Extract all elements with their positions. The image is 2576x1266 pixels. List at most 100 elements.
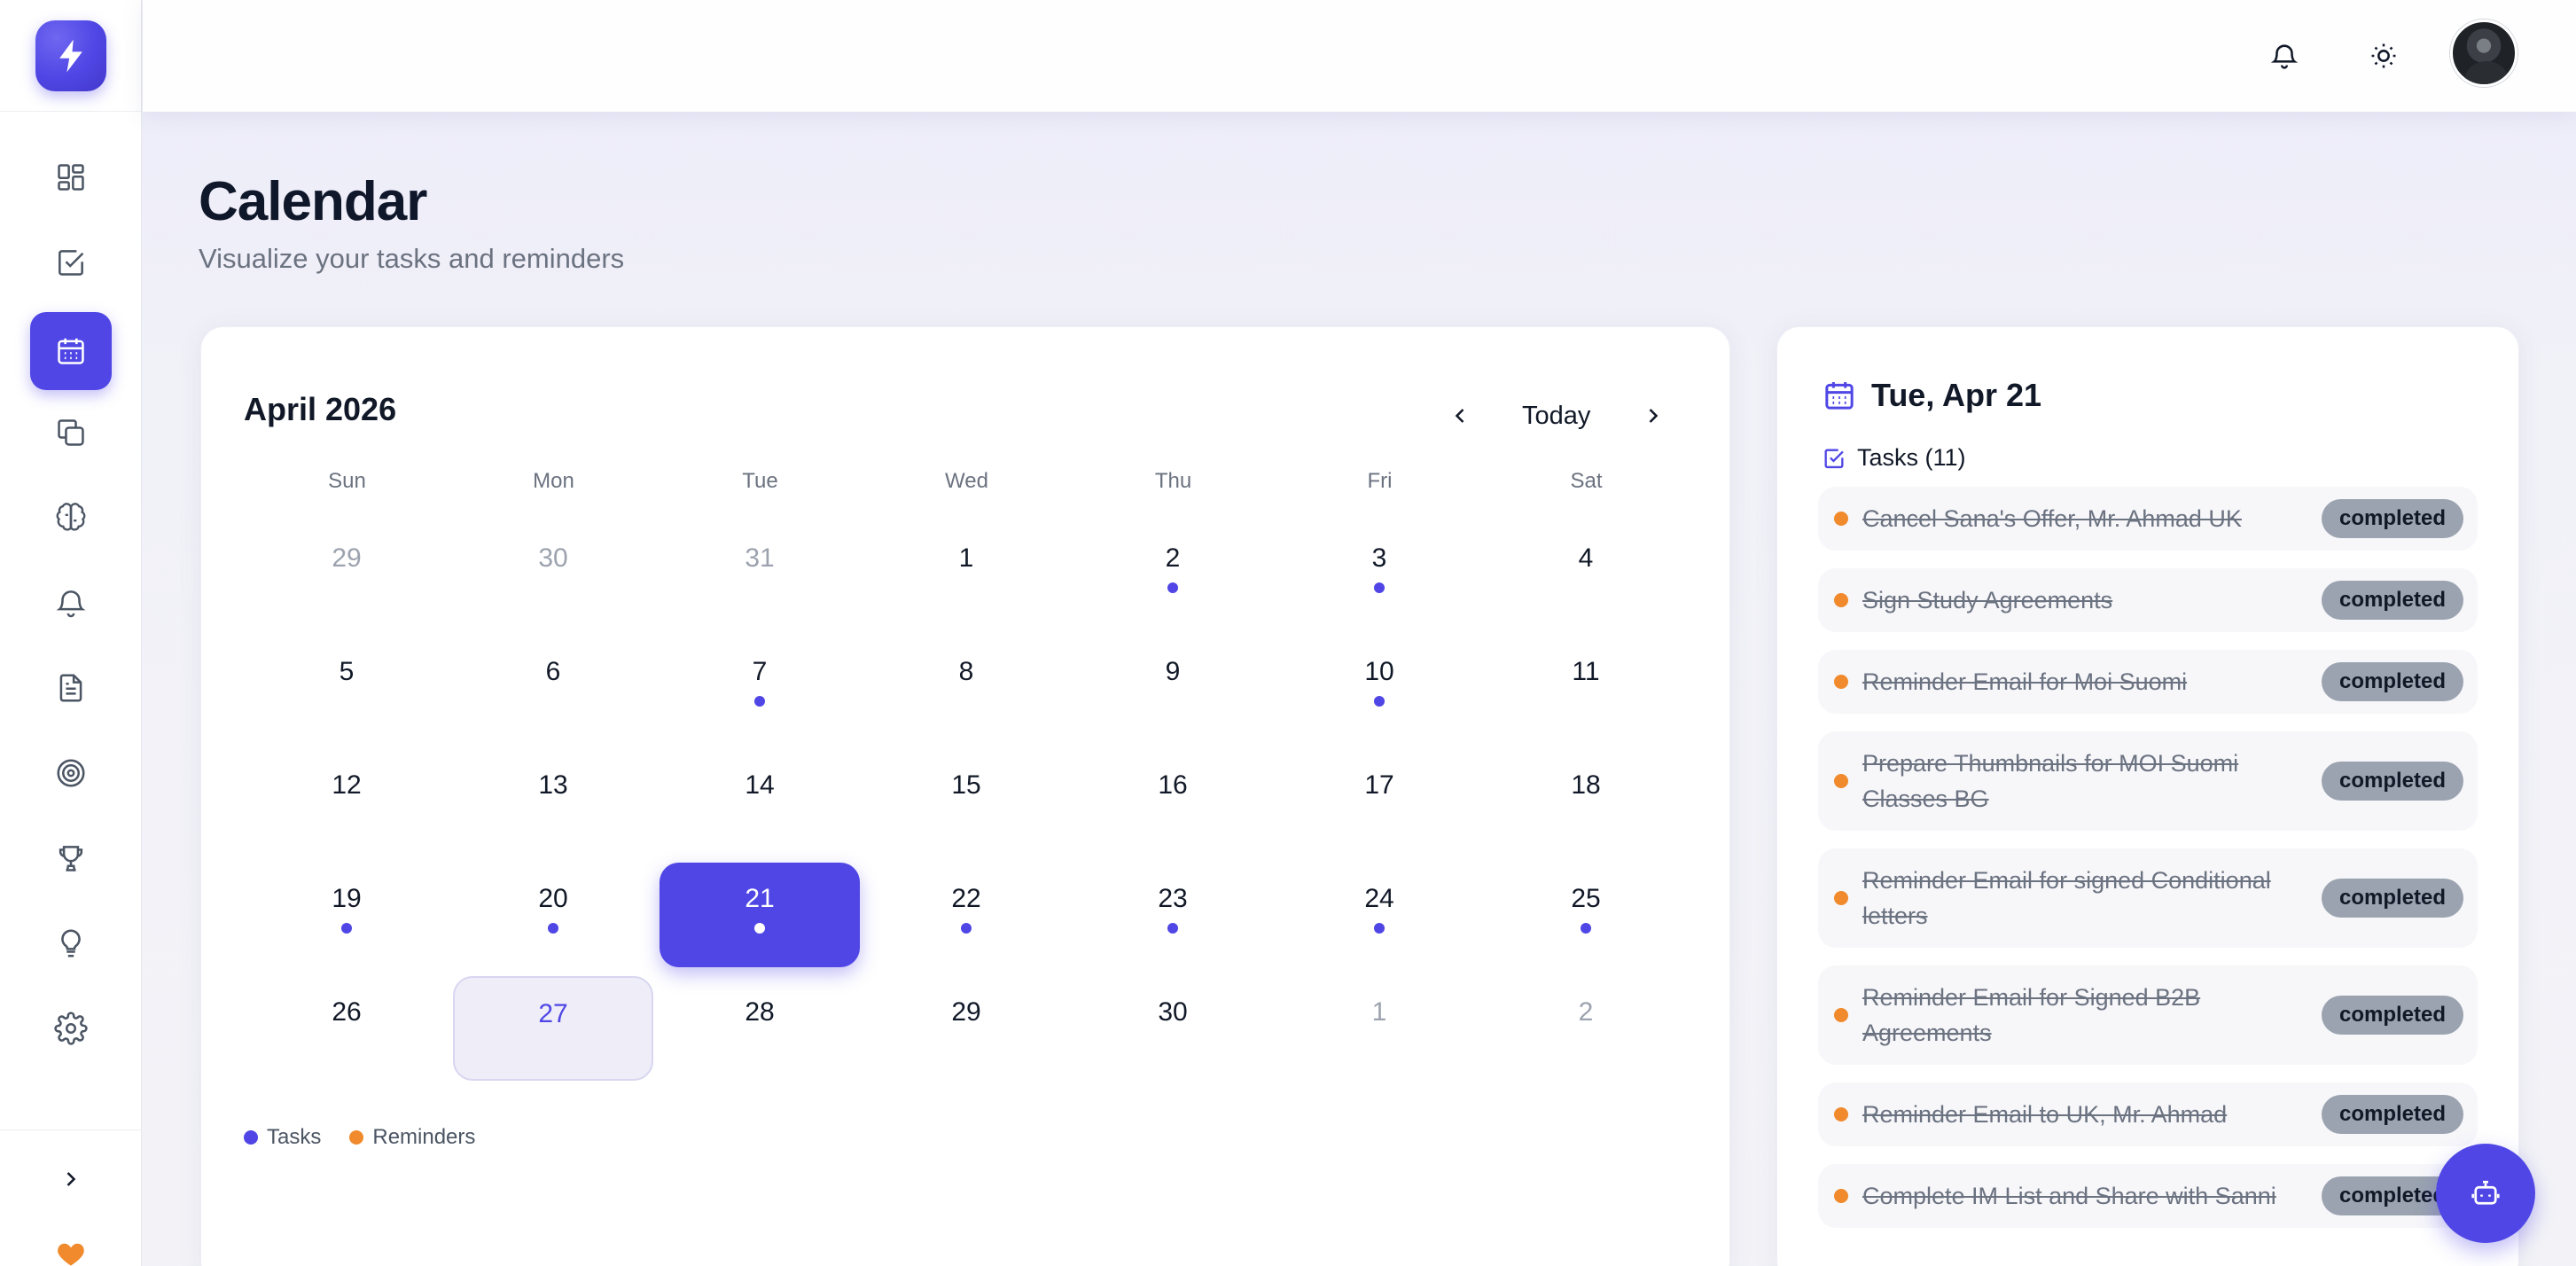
calendar-day[interactable]: 7 [660, 636, 860, 740]
calendar-day[interactable]: 10 [1279, 636, 1479, 740]
page-title: Calendar [199, 171, 427, 232]
calendar-day[interactable]: 29 [246, 522, 447, 627]
calendar-day[interactable]: 3 [1279, 522, 1479, 627]
sidebar-item-tasks[interactable] [30, 223, 112, 301]
task-item[interactable]: Reminder Email for Signed B2B Agreements… [1818, 965, 2478, 1065]
lightbulb-icon [61, 929, 81, 957]
page-subtitle: Visualize your tasks and reminders [199, 243, 625, 274]
calendar-day[interactable]: 1 [866, 522, 1066, 627]
calendar-day[interactable]: 11 [1486, 636, 1686, 740]
calendar-day[interactable]: 23 [1073, 863, 1273, 967]
avatar[interactable] [2450, 20, 2517, 87]
prev-month-button[interactable] [1440, 396, 1479, 435]
weekday-label: Fri [1367, 469, 1393, 493]
calendar-day[interactable]: 4 [1486, 522, 1686, 627]
calendar-day[interactable]: 13 [453, 749, 653, 854]
sidebar-item-dashboard[interactable] [30, 138, 112, 216]
task-item[interactable]: Reminder Email for Moi Suomi completed [1818, 650, 2478, 714]
day-number: 30 [538, 543, 568, 573]
calendar-day[interactable]: 26 [246, 976, 447, 1081]
day-number: 13 [538, 770, 568, 800]
day-number: 23 [1158, 884, 1188, 913]
status-badge: completed [2322, 879, 2463, 918]
reminder-dot [1834, 675, 1848, 689]
task-item[interactable]: Reminder Email to UK, Mr. Ahmad completed [1818, 1082, 2478, 1146]
sidebar-item-achievements[interactable] [30, 819, 112, 897]
day-number: 27 [538, 999, 568, 1028]
task-indicator-dot [1374, 923, 1385, 934]
today-button[interactable]: Today [1522, 396, 1590, 435]
task-indicator-dot [341, 923, 352, 934]
task-item[interactable]: Prepare Thumbnails for MOI Suomi Classes… [1818, 731, 2478, 831]
calendar-day[interactable]: 5 [246, 636, 447, 740]
document-icon [59, 674, 82, 702]
sidebar-item-goals[interactable] [30, 734, 112, 812]
task-item[interactable]: Complete IM List and Share with Sanni com… [1818, 1164, 2478, 1228]
chevron-right-icon [66, 1172, 76, 1186]
calendar-day[interactable]: 8 [866, 636, 1066, 740]
calendar-day[interactable]: 17 [1279, 749, 1479, 854]
task-item[interactable]: Sign Study Agreements completed [1818, 568, 2478, 632]
task-title: Sign Study Agreements [1862, 587, 2113, 613]
next-month-button[interactable] [1634, 396, 1673, 435]
calendar-day[interactable]: 30 [1073, 976, 1273, 1081]
calendar-legend: Tasks Reminders [244, 1125, 503, 1150]
day-number: 28 [745, 997, 775, 1027]
status-badge: completed [2322, 499, 2463, 538]
day-number: 3 [1371, 543, 1387, 573]
weekday-label: Thu [1154, 469, 1192, 493]
sidebar-item-settings[interactable] [30, 989, 112, 1067]
theme-toggle-button[interactable] [2360, 32, 2408, 80]
calendar-day[interactable]: 25 [1486, 863, 1686, 967]
task-title: Prepare Thumbnails for MOI Suomi Classes… [1862, 750, 2239, 812]
legend-label: Reminders [372, 1125, 476, 1149]
calendar-day[interactable]: 9 [1073, 636, 1273, 740]
sidebar-item-calendar[interactable] [30, 312, 112, 390]
calendar-day[interactable]: 20 [453, 863, 653, 967]
calendar-day[interactable]: 2 [1486, 976, 1686, 1081]
calendar-day[interactable]: 1 [1279, 976, 1479, 1081]
sun-icon [2371, 43, 2396, 68]
sidebar-item-brain[interactable] [30, 479, 112, 557]
day-number: 24 [1364, 884, 1394, 913]
sidebar-item-documents[interactable] [30, 649, 112, 727]
calendar-day[interactable]: 14 [660, 749, 860, 854]
sidebar-expand-button[interactable] [50, 1158, 92, 1200]
chevron-left-icon [1455, 409, 1464, 423]
sidebar-item-copy[interactable] [30, 394, 112, 472]
reminder-dot [1834, 1189, 1848, 1203]
calendar-day[interactable]: 19 [246, 863, 447, 967]
target-icon [57, 759, 85, 787]
status-badge: completed [2322, 996, 2463, 1035]
assistant-bot-button[interactable] [2436, 1144, 2535, 1243]
legend-dot [244, 1130, 258, 1145]
calendar-day[interactable]: 12 [246, 749, 447, 854]
day-number: 29 [332, 543, 362, 573]
calendar-day-today[interactable]: 27 [453, 976, 653, 1081]
task-item[interactable]: Cancel Sana's Offer, Mr. Ahmad UK complet… [1818, 487, 2478, 551]
weekday-label: Sat [1570, 469, 1603, 493]
sidebar-item-ideas[interactable] [30, 904, 112, 982]
task-item[interactable]: Reminder Email for signed Conditional le… [1818, 848, 2478, 948]
calendar-day[interactable]: 16 [1073, 749, 1273, 854]
calendar-day[interactable]: 29 [866, 976, 1066, 1081]
calendar-day[interactable]: 6 [453, 636, 653, 740]
app-logo[interactable] [35, 20, 106, 91]
lightning-icon [59, 39, 82, 72]
calendar-day[interactable]: 2 [1073, 522, 1273, 627]
sidebar-item-reminders[interactable] [30, 564, 112, 642]
brain-icon [56, 503, 86, 531]
notifications-button[interactable] [2260, 32, 2308, 80]
calendar-day[interactable]: 18 [1486, 749, 1686, 854]
day-number: 26 [332, 997, 362, 1027]
calendar-day[interactable]: 22 [866, 863, 1066, 967]
weekday-label: Sun [328, 469, 366, 493]
calendar-day-selected[interactable]: 21 [660, 863, 860, 967]
calendar-day[interactable]: 28 [660, 976, 860, 1081]
day-number: 1 [1371, 997, 1387, 1027]
checkbox-icon [59, 250, 84, 276]
calendar-day[interactable]: 31 [660, 522, 860, 627]
calendar-day[interactable]: 15 [866, 749, 1066, 854]
calendar-day[interactable]: 24 [1279, 863, 1479, 967]
calendar-day[interactable]: 30 [453, 522, 653, 627]
